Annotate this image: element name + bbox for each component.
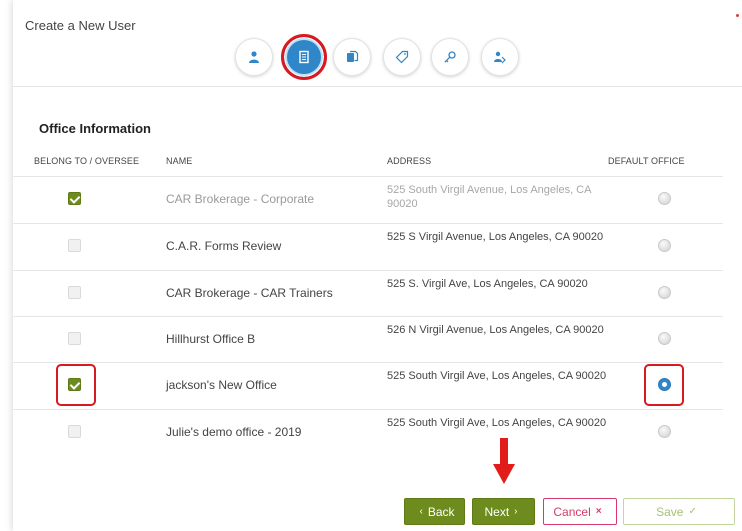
office-address: 525 South Virgil Avenue, Los Angeles, CA… [387,184,591,210]
person-icon [249,51,259,63]
step-user-info[interactable] [235,38,273,76]
next-button[interactable]: Next › [472,498,535,525]
office-address: 525 South Virgil Ave, Los Angeles, CA 90… [387,370,607,382]
next-button-label: Next [484,504,510,519]
table-row: Julie's demo office - 2019 525 South Vir… [13,409,723,456]
column-header-address: ADDRESS [387,156,432,166]
table-header: BELONG TO / OVERSEE NAME ADDRESS DEFAULT… [0,156,742,170]
section-title: Office Information [39,121,151,136]
default-office-radio[interactable] [658,192,671,205]
office-name: CAR Brokerage - Corporate [166,192,315,206]
office-name: Julie's demo office - 2019 [166,425,302,439]
checkmark-icon: ✓ [688,506,697,517]
table-row: CAR Brokerage - Corporate 525 South Virg… [13,176,723,223]
dialog-title: Create a New User [25,18,136,33]
office-name: jackson's New Office [166,378,277,392]
table-row: Hillhurst Office B 526 N Virgil Avenue, … [13,316,723,363]
office-building-icon [299,50,309,64]
back-button-label: Back [427,504,455,519]
belong-checkbox[interactable] [68,332,81,345]
default-office-radio[interactable] [658,286,671,299]
belong-checkbox[interactable] [68,192,81,205]
office-address: 526 N Virgil Avenue, Los Angeles, CA 900… [387,324,604,336]
close-icon: × [595,506,602,517]
step-documents[interactable] [333,38,371,76]
step-access[interactable] [431,38,469,76]
key-icon [444,51,456,63]
table-row: C.A.R. Forms Review 525 S Virgil Avenue,… [13,223,723,270]
wizard-steps [0,34,742,80]
belong-checkbox[interactable] [68,286,81,299]
header-divider [13,86,742,87]
save-button[interactable]: Save ✓ [623,498,735,525]
documents-icon [347,50,359,62]
table-row: CAR Brokerage - CAR Trainers 525 S. Virg… [13,270,723,317]
tag-icon [395,50,409,64]
chevron-right-icon: › [514,506,518,517]
office-name: C.A.R. Forms Review [166,239,282,253]
close-marker [736,14,739,17]
column-header-belong: BELONG TO / OVERSEE [34,156,140,166]
default-office-radio[interactable] [658,332,671,345]
cancel-button[interactable]: Cancel × [543,498,617,525]
users-share-icon [494,51,506,64]
chevron-left-icon: ‹ [419,506,423,517]
office-name: CAR Brokerage - CAR Trainers [166,286,333,300]
checkbox-highlight [56,364,96,406]
save-button-label: Save [656,504,684,519]
radio-highlight [644,364,684,406]
default-office-radio[interactable] [658,425,671,438]
office-address: 525 S. Virgil Ave, Los Angeles, CA 90020 [387,278,588,290]
cancel-button-label: Cancel [553,504,591,519]
belong-checkbox[interactable] [68,425,81,438]
column-header-name: NAME [166,156,193,166]
office-name: Hillhurst Office B [166,332,256,346]
column-header-default-office: DEFAULT OFFICE [608,156,685,166]
belong-checkbox[interactable] [68,239,81,252]
step-tags[interactable] [383,38,421,76]
down-arrow-icon [493,438,515,484]
step-office-information[interactable] [281,34,327,80]
office-address: 525 South Virgil Ave, Los Angeles, CA 90… [387,417,607,429]
back-button[interactable]: ‹ Back [404,498,465,525]
step-sharing[interactable] [481,38,519,76]
default-office-radio[interactable] [658,239,671,252]
table-row: jackson's New Office 525 South Virgil Av… [13,362,723,409]
office-address: 525 S Virgil Avenue, Los Angeles, CA 900… [387,231,604,243]
